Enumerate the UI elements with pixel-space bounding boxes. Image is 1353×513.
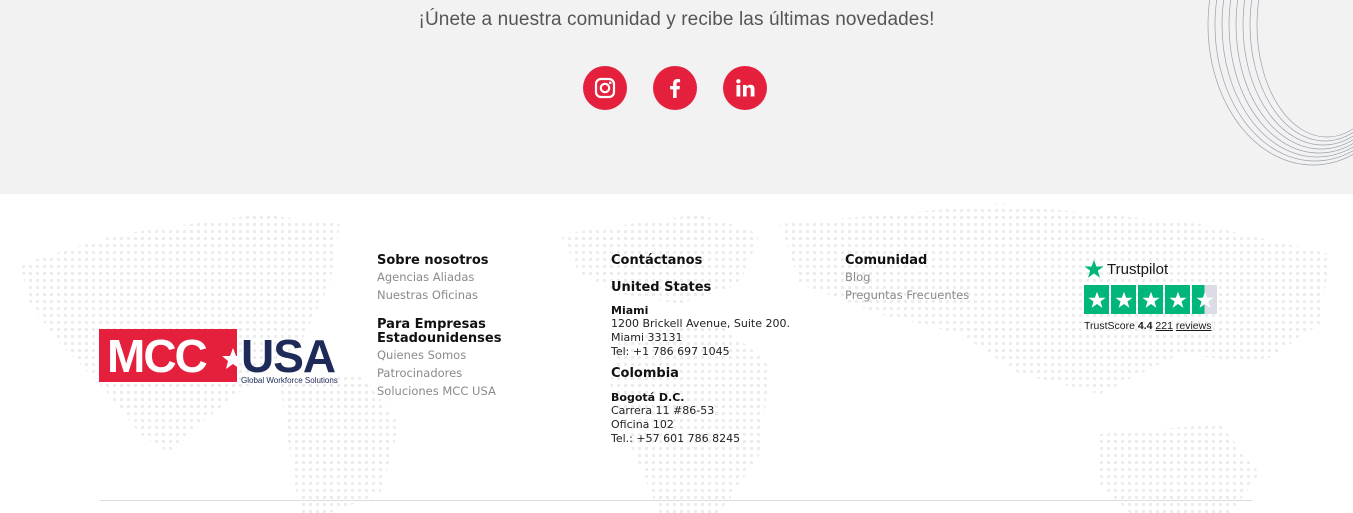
- reviews-count-link[interactable]: 221: [1155, 320, 1173, 332]
- link-quienes-somos[interactable]: Quienes Somos: [377, 346, 587, 364]
- community-heading: Comunidad: [845, 253, 928, 268]
- us-address-line: Miami 33131: [611, 331, 683, 344]
- trustscore-label: TrustScore: [1084, 320, 1135, 332]
- logo-mcc-text: MCC: [107, 330, 207, 382]
- us-address-line: 1200 Brickell Avenue, Suite 200.: [611, 317, 790, 330]
- trustpilot-stars: [1084, 285, 1217, 314]
- link-preguntas-frecuentes[interactable]: Preguntas Frecuentes: [845, 286, 1045, 304]
- co-phone[interactable]: Tel.: +57 601 786 8245: [611, 432, 826, 446]
- logo-usa-text: USA: [241, 330, 335, 382]
- reviews-link[interactable]: reviews: [1176, 320, 1212, 332]
- about-heading: Sobre nosotros: [377, 253, 489, 268]
- link-agencias-aliadas[interactable]: Agencias Aliadas: [377, 268, 587, 286]
- trustpilot-widget[interactable]: Trustpilot TrustScore 4.4 221 reviews: [1084, 259, 1217, 332]
- community-tagline: ¡Únete a nuestra comunidad y recibe las …: [418, 9, 935, 30]
- half-star-icon: [1192, 285, 1217, 314]
- logo-mark: MCC USA Global Workforce Solutions: [99, 329, 338, 385]
- star-icon: [1138, 285, 1163, 314]
- colombia-label: Colombia: [611, 366, 679, 381]
- trustpilot-brand: Trustpilot: [1084, 259, 1217, 279]
- facebook-button[interactable]: [653, 66, 697, 110]
- star-icon: [1084, 285, 1109, 314]
- instagram-icon: [594, 77, 616, 99]
- miami-label: Miami: [611, 304, 649, 317]
- mcc-usa-logo[interactable]: MCC USA Global Workforce Solutions: [99, 327, 359, 391]
- logo-tagline: Global Workforce Solutions: [241, 376, 338, 385]
- trustscore-line: TrustScore 4.4 221 reviews: [1084, 320, 1217, 332]
- star-icon: [1165, 285, 1190, 314]
- facebook-icon: [670, 79, 681, 98]
- linkedin-icon: [736, 79, 755, 97]
- link-patrocinadores[interactable]: Patrocinadores: [377, 364, 587, 382]
- footer-col-about: Sobre nosotros Agencias Aliadas Nuestras…: [377, 254, 587, 400]
- trustpilot-star-icon: [1084, 259, 1104, 278]
- instagram-button[interactable]: [583, 66, 627, 110]
- community-section: ¡Únete a nuestra comunidad y recibe las …: [0, 0, 1353, 194]
- linkedin-button[interactable]: [723, 66, 767, 110]
- star-icon: [1111, 285, 1136, 314]
- link-soluciones[interactable]: Soluciones MCC USA: [377, 382, 587, 400]
- bogota-label: Bogotá D.C.: [611, 391, 685, 404]
- contact-heading: Contáctanos: [611, 253, 703, 268]
- link-nuestras-oficinas[interactable]: Nuestras Oficinas: [377, 286, 587, 304]
- us-phone[interactable]: Tel: +1 786 697 1045: [611, 345, 826, 359]
- trustscore-value: 4.4: [1137, 320, 1153, 332]
- companies-heading-line1: Para Empresas: [377, 317, 486, 332]
- social-links: [583, 66, 767, 110]
- link-blog[interactable]: Blog: [845, 268, 1045, 286]
- co-address-line: Oficina 102: [611, 418, 674, 431]
- us-label: United States: [611, 280, 712, 295]
- footer-divider: [100, 500, 1252, 501]
- trustpilot-name: Trustpilot: [1107, 260, 1169, 278]
- footer-col-community: Comunidad Blog Preguntas Frecuentes: [845, 254, 1045, 304]
- co-address-line: Carrera 11 #86-53: [611, 404, 715, 417]
- site-footer: MCC USA Global Workforce Solutions Sobre…: [0, 194, 1353, 513]
- footer-col-contact: Contáctanos United States Miami 1200 Bri…: [611, 254, 826, 446]
- companies-heading-line2: Estadounidenses: [377, 331, 502, 346]
